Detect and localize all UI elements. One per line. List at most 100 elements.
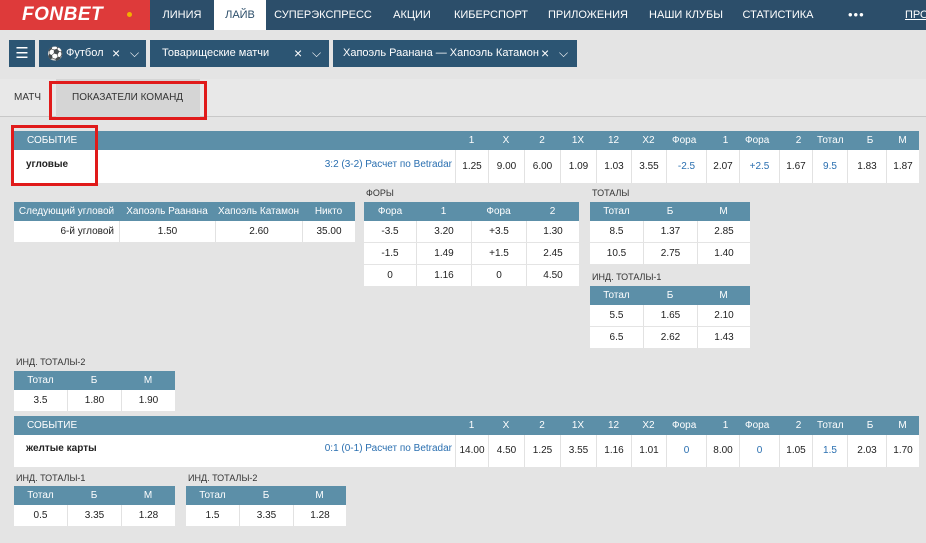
- ind2-header: Тотал Б М: [14, 371, 175, 390]
- close-icon[interactable]: ×: [541, 40, 549, 67]
- odds-cell[interactable]: 1.90: [121, 390, 175, 411]
- chevron-down-icon[interactable]: ⌵: [130, 40, 139, 67]
- odds-cell[interactable]: 1.37: [643, 221, 697, 242]
- odds-cell[interactable]: 1.16: [596, 435, 631, 467]
- odds-cell[interactable]: 1.05: [779, 435, 812, 467]
- odds-cell[interactable]: 3.35: [67, 505, 121, 526]
- section-title-ind-totals-2: ИНД. ТОТАЛЫ-2: [16, 357, 86, 367]
- odds-cell[interactable]: 8.00: [706, 435, 739, 467]
- sport-filter[interactable]: ⚽ Футбол × ⌵: [39, 40, 146, 67]
- col-under: М: [143, 490, 153, 501]
- col-1: 1: [468, 420, 475, 431]
- odds-cell[interactable]: 1.87: [886, 150, 919, 183]
- odds-cell[interactable]: 1.03: [596, 150, 631, 183]
- nav-item-live[interactable]: ЛАЙВ: [214, 0, 266, 30]
- league-filter[interactable]: Товарищеские матчи × ⌵: [150, 40, 329, 67]
- odds-cell[interactable]: 4.50: [526, 265, 579, 286]
- col-team2: Хапоэль Катамон: [217, 206, 300, 217]
- odds-cell[interactable]: 2.10: [697, 305, 750, 326]
- more-dots-icon[interactable]: •••: [848, 0, 865, 30]
- section-title-fory: ФОРЫ: [366, 188, 394, 198]
- close-icon[interactable]: ×: [112, 40, 120, 67]
- odds-cell[interactable]: 9.00: [488, 150, 524, 183]
- col-12: 12: [607, 135, 620, 146]
- odds-cell[interactable]: 1.65: [643, 305, 697, 326]
- odds-cell[interactable]: 1.28: [121, 505, 175, 526]
- tab-match[interactable]: МАТЧ: [14, 79, 41, 117]
- event-row-yellow-cards: желтые карты 0:1 (0-1) Расчет по Betrada…: [14, 435, 919, 467]
- odds-cell[interactable]: 1.28: [293, 505, 346, 526]
- col-fora1-odds: 1: [722, 420, 729, 431]
- col-total: Тотал: [817, 135, 844, 146]
- odds-cell[interactable]: 2.85: [697, 221, 750, 242]
- odds-cell[interactable]: 1.25: [455, 150, 488, 183]
- totals-row: 8.5 1.37 2.85: [590, 221, 750, 242]
- league-filter-label: Товарищеские матчи: [162, 47, 270, 59]
- cards-ind1-row: 0.5 3.35 1.28: [14, 505, 175, 526]
- match-filter-label: Хапоэль Раанана — Хапоэль Катамон: [343, 47, 539, 59]
- nav-item-promotions[interactable]: АКЦИИ: [380, 0, 444, 30]
- odds-cell[interactable]: 3.20: [416, 221, 471, 242]
- nav-item-apps[interactable]: ПРИЛОЖЕНИЯ: [538, 0, 638, 30]
- col-1: 1: [440, 206, 447, 217]
- odds-cell[interactable]: 35.00: [302, 221, 355, 242]
- col-over: Б: [866, 420, 874, 431]
- col-event: СОБЫТИЕ: [27, 420, 78, 431]
- odds-cell[interactable]: 2.62: [643, 327, 697, 348]
- chevron-down-icon[interactable]: ⌵: [559, 40, 568, 67]
- col-x: X: [502, 420, 510, 431]
- odds-cell[interactable]: 1.49: [416, 243, 471, 264]
- handicap-value: -1.5: [381, 248, 399, 259]
- col-x2: X2: [642, 135, 655, 146]
- handicap-value: 0: [666, 435, 706, 467]
- section-title-cards-ind-totals-1: ИНД. ТОТАЛЫ-1: [16, 473, 86, 483]
- odds-cell[interactable]: 6.00: [524, 150, 560, 183]
- nav-item-statistics[interactable]: СТАТИСТИКА: [734, 0, 822, 30]
- odds-cell[interactable]: 3.35: [239, 505, 293, 526]
- handicap-value: 0: [471, 265, 526, 286]
- odds-cell[interactable]: 2.60: [215, 221, 302, 242]
- close-icon[interactable]: ×: [294, 40, 302, 67]
- section-title-cards-ind-totals-2: ИНД. ТОТАЛЫ-2: [188, 473, 258, 483]
- col-fora1: Фора: [672, 135, 697, 146]
- odds-cell[interactable]: 14.00: [455, 435, 488, 467]
- event-name: желтые карты: [26, 443, 97, 454]
- chevron-down-icon[interactable]: ⌵: [312, 40, 321, 67]
- odds-cell[interactable]: 1.25: [524, 435, 560, 467]
- nav-item-esports[interactable]: КИБЕРСПОРТ: [444, 0, 538, 30]
- odds-cell[interactable]: 1.43: [697, 327, 750, 348]
- odds-cell[interactable]: 4.50: [488, 435, 524, 467]
- odds-cell[interactable]: 1.80: [67, 390, 121, 411]
- odds-cell[interactable]: 1.83: [847, 150, 886, 183]
- odds-cell[interactable]: 2.75: [643, 243, 697, 264]
- col-over: Б: [666, 290, 674, 301]
- nav-item-liniya[interactable]: ЛИНИЯ: [150, 0, 214, 30]
- next-corner-label: 6-й угловой: [60, 226, 114, 237]
- odds-cell[interactable]: 3.55: [631, 150, 666, 183]
- odds-cell[interactable]: 1.67: [779, 150, 812, 183]
- cards-ind1-header: Тотал Б М: [14, 486, 175, 505]
- odds-cell[interactable]: 1.50: [119, 221, 215, 242]
- odds-cell[interactable]: 2.03: [847, 435, 886, 467]
- odds-cell[interactable]: 2.45: [526, 243, 579, 264]
- match-filter[interactable]: Хапоэль Раанана — Хапоэль Катамон × ⌵: [333, 40, 577, 67]
- odds-cell[interactable]: 2.07: [706, 150, 739, 183]
- odds-cell[interactable]: 1.70: [886, 435, 919, 467]
- nav-item-cut[interactable]: ПРО: [905, 0, 926, 30]
- nav-item-superexpress[interactable]: СУПЕРЭКСПРЕСС: [266, 0, 380, 30]
- odds-cell[interactable]: 3.55: [560, 435, 596, 467]
- nav-item-clubs[interactable]: НАШИ КЛУБЫ: [638, 0, 734, 30]
- odds-cell[interactable]: 1.01: [631, 435, 666, 467]
- menu-icon[interactable]: ☰: [9, 40, 35, 67]
- fory-header: Фора 1 Фора 2: [364, 202, 579, 221]
- ind2-row: 3.5 1.80 1.90: [14, 390, 175, 411]
- odds-cell[interactable]: 1.40: [697, 243, 750, 264]
- handicap-value: -2.5: [666, 150, 706, 183]
- odds-cell[interactable]: 1.16: [416, 265, 471, 286]
- odds-cell[interactable]: 1.09: [560, 150, 596, 183]
- fonbet-logo[interactable]: FONBET: [0, 0, 150, 30]
- col-over: Б: [866, 135, 874, 146]
- totals-row: 10.5 2.75 1.40: [590, 243, 750, 264]
- sport-filter-label: Футбол: [66, 47, 104, 59]
- odds-cell[interactable]: 1.30: [526, 221, 579, 242]
